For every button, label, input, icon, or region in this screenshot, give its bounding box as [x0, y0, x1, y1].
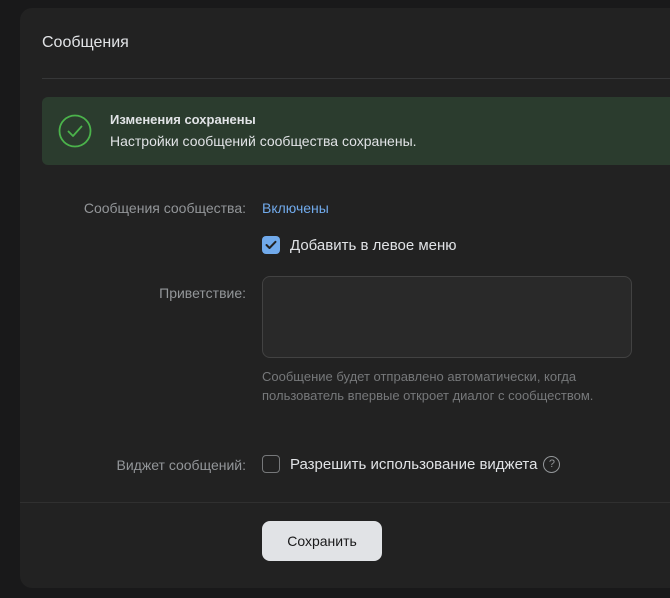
check-circle-icon: [58, 114, 92, 148]
widget-label: Виджет сообщений:: [116, 457, 246, 473]
success-alert: Изменения сохранены Настройки сообщений …: [42, 97, 670, 165]
community-messages-label: Сообщения сообщества:: [83, 200, 246, 216]
alert-text: Настройки сообщений сообщества сохранены…: [110, 133, 417, 149]
greeting-textarea[interactable]: [262, 276, 632, 358]
widget-checkbox-row[interactable]: Разрешить использование виджета ?: [262, 455, 561, 473]
left-menu-checkbox[interactable]: [262, 236, 280, 254]
page-title: Сообщения: [42, 34, 129, 51]
greeting-hint: Сообщение будет отправлено автоматически…: [262, 369, 594, 403]
header-divider: [42, 78, 670, 79]
alert-title: Изменения сохранены: [110, 112, 256, 127]
widget-checkbox-label: Разрешить использование виджета: [290, 455, 538, 473]
left-menu-checkbox-row[interactable]: Добавить в левое меню: [262, 236, 457, 254]
community-messages-status-link[interactable]: Включены: [262, 200, 329, 216]
left-menu-checkbox-label: Добавить в левое меню: [290, 236, 457, 254]
widget-checkbox[interactable]: [262, 455, 280, 473]
checkmark-icon: [265, 240, 277, 249]
greeting-label: Приветствие:: [159, 285, 246, 301]
footer-divider: [20, 502, 670, 503]
messages-settings-panel: Сообщения Изменения сохранены Настройки …: [20, 8, 670, 588]
save-button[interactable]: Сохранить: [262, 521, 382, 561]
question-circle-icon[interactable]: ?: [543, 455, 561, 473]
